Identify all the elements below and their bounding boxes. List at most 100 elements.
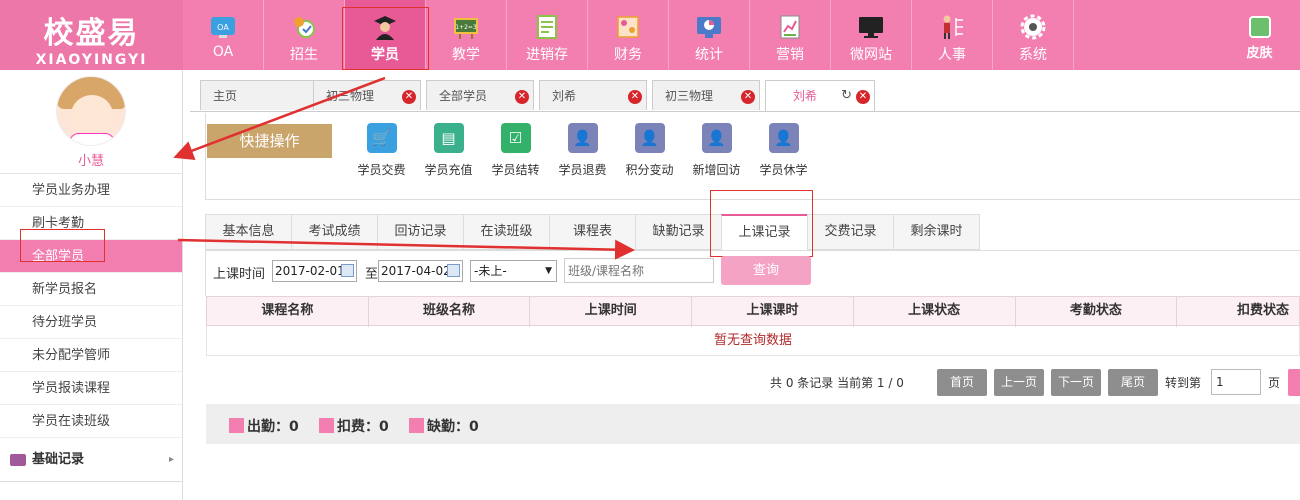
close-icon[interactable]: ✕ <box>515 90 529 104</box>
op-label: 学员结转 <box>491 163 540 177</box>
go-button[interactable] <box>1288 369 1300 396</box>
op-points-change[interactable]: 👤 积分变动 <box>616 123 683 178</box>
skin-button[interactable]: 皮肤 <box>1219 0 1300 70</box>
sidebar-item-unassigned-manager[interactable]: 未分配学管师 <box>0 339 182 372</box>
column-header: 上课时间 <box>530 297 693 327</box>
pagination: 共 0 条记录 当前第 1 / 0 首页 上一页 下一页 尾页 转到第 1 页 <box>205 368 1300 398</box>
first-page-button[interactable]: 首页 <box>937 369 987 396</box>
op-label: 学员休学 <box>759 163 808 177</box>
tab-exam-scores[interactable]: 考试成绩 <box>291 214 378 250</box>
close-icon[interactable]: ✕ <box>741 90 755 104</box>
page-tab-home[interactable]: 主页 <box>200 80 316 110</box>
nav-label: 系统 <box>1019 47 1047 63</box>
op-student-recharge[interactable]: ▤ 学员充值 <box>415 123 482 178</box>
tab-payment-records[interactable]: 交费记录 <box>807 214 894 250</box>
nav-item-personnel[interactable]: 人事 <box>912 0 993 70</box>
tab-absence-records[interactable]: 缺勤记录 <box>635 214 722 250</box>
sidebar-item-unassigned-class[interactable]: 待分班学员 <box>0 306 182 339</box>
sidebar-item-new-enrollment[interactable]: 新学员报名 <box>0 273 182 306</box>
tab-remaining-hours[interactable]: 剩余课时 <box>893 214 980 250</box>
prev-page-button[interactable]: 上一页 <box>994 369 1044 396</box>
legend-square <box>409 418 424 433</box>
last-page-button[interactable]: 尾页 <box>1108 369 1158 396</box>
column-header: 班级名称 <box>369 297 531 327</box>
class-records-table: 课程名称 班级名称 上课时间 上课课时 上课状态 考勤状态 扣费状态 暂无查询数… <box>206 296 1300 356</box>
sidebar-item-enrolled-courses[interactable]: 学员报读课程 <box>0 372 182 405</box>
chevron-right-icon: ▸ <box>168 454 174 465</box>
calendar-icon[interactable] <box>341 264 354 277</box>
nav-item-system[interactable]: 系统 <box>993 0 1074 70</box>
sidebar-item-student-business[interactable]: 学员业务办理 <box>0 174 182 207</box>
inventory-icon <box>537 15 557 39</box>
jump-page-input[interactable]: 1 <box>1211 369 1261 395</box>
quick-operations-list: 🛒 学员交费 ▤ 学员充值 ☑ 学员结转 👤 学员退费 👤 积分变动 👤 新增回… <box>348 123 817 178</box>
page-tab[interactable]: 全部学员 ✕ <box>426 80 534 110</box>
nav-item-statistics[interactable]: 统计 <box>669 0 750 70</box>
column-header: 扣费状态 <box>1237 303 1290 318</box>
nav-item-recruit[interactable]: 招生 <box>264 0 345 70</box>
op-student-suspend[interactable]: 👤 学员休学 <box>750 123 817 178</box>
recruit-icon <box>294 17 315 38</box>
avatar-face <box>71 95 113 135</box>
skin-gear-icon <box>1248 16 1271 38</box>
tab-basic-info[interactable]: 基本信息 <box>205 214 292 250</box>
close-icon[interactable]: ✕ <box>856 90 870 104</box>
sidebar-item-card-attendance[interactable]: 刷卡考勤 <box>0 207 182 240</box>
close-icon[interactable]: ✕ <box>402 90 416 104</box>
refresh-icon[interactable]: ↻ <box>841 81 852 111</box>
nav-item-microsite[interactable]: 微网站 <box>831 0 912 70</box>
page-tab-active[interactable]: 刘希 ↻ ✕ <box>765 80 875 112</box>
page-tab[interactable]: 刘希 ✕ <box>539 80 647 110</box>
filter-bar: 上课时间 2017-02-01 至 2017-04-02 -未上- ▼ 查询 <box>205 251 1300 296</box>
nav-item-oa[interactable]: OA OA <box>183 0 264 70</box>
date-to-input[interactable]: 2017-04-02 <box>378 260 463 282</box>
nav-label: 教学 <box>452 47 480 63</box>
page-tab-label: 刘希 <box>552 89 577 103</box>
tab-schedule[interactable]: 课程表 <box>549 214 636 250</box>
page-tab-label: 全部学员 <box>439 89 488 103</box>
avatar[interactable] <box>56 76 126 146</box>
user-suspend-icon: 👤 <box>768 123 799 153</box>
date-from-input[interactable]: 2017-02-01 <box>272 260 357 282</box>
nav-label: 统计 <box>695 47 723 63</box>
tab-current-classes[interactable]: 在读班级 <box>463 214 550 250</box>
divider <box>190 111 1300 112</box>
query-button[interactable]: 查询 <box>721 256 811 285</box>
next-page-button[interactable]: 下一页 <box>1051 369 1101 396</box>
calendar-icon[interactable] <box>447 264 460 277</box>
sidebar: 小慧 学员业务办理 刷卡考勤 全部学员 新学员报名 待分班学员 未分配学管师 学… <box>0 70 183 500</box>
user-name: 小慧 <box>77 154 104 169</box>
close-icon[interactable]: ✕ <box>628 90 642 104</box>
page-tab[interactable]: 初三物理 ✕ <box>652 80 760 110</box>
personnel-icon <box>943 15 963 39</box>
logo[interactable]: 校盛易 XIAOYINGYI <box>0 0 183 70</box>
sidebar-item-all-students[interactable]: 全部学员 <box>0 240 182 273</box>
tab-visit-records[interactable]: 回访记录 <box>377 214 464 250</box>
tab-class-records[interactable]: 上课记录 <box>721 214 808 251</box>
folder-icon <box>10 453 26 466</box>
page-tab[interactable]: 初三物理 ✕ <box>313 80 421 110</box>
class-status-select[interactable]: -未上- ▼ <box>470 260 557 282</box>
skin-label: 皮肤 <box>1246 46 1273 61</box>
nav-item-marketing[interactable]: 营销 <box>750 0 831 70</box>
nav-item-student[interactable]: 学员 <box>345 0 426 70</box>
nav-label: 微网站 <box>850 47 892 63</box>
user-visit-icon: 👤 <box>701 123 732 153</box>
op-label: 积分变动 <box>625 163 674 177</box>
attend-summary: 出勤：0 <box>229 416 299 436</box>
op-student-refund[interactable]: 👤 学员退费 <box>549 123 616 178</box>
nav-item-teaching[interactable]: 1+2=3 教学 <box>426 0 507 70</box>
sidebar-group-basic-records[interactable]: 基础记录 ▸ <box>0 438 182 482</box>
class-course-search-input[interactable] <box>564 258 714 283</box>
op-add-visit[interactable]: 👤 新增回访 <box>683 123 750 178</box>
op-student-transfer[interactable]: ☑ 学员结转 <box>482 123 549 178</box>
op-label: 学员退费 <box>558 163 607 177</box>
nav-item-inventory[interactable]: 进销存 <box>507 0 588 70</box>
nav-item-finance[interactable]: 财务 <box>588 0 669 70</box>
quick-operations-label: 快捷操作 <box>207 124 332 158</box>
legend-square <box>319 418 334 433</box>
op-student-payment[interactable]: 🛒 学员交费 <box>348 123 415 178</box>
sidebar-item-current-classes[interactable]: 学员在读班级 <box>0 405 182 438</box>
logo-chinese: 校盛易 <box>43 16 140 51</box>
nav-label: 营销 <box>776 47 804 63</box>
